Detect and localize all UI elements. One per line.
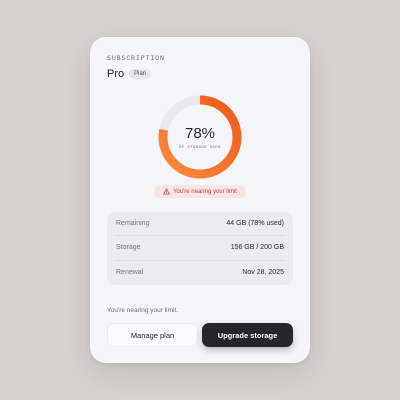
- stat-row-remaining: Remaining 44 GB (78% used): [116, 212, 284, 237]
- limit-warning-badge: You're nearing your limit: [154, 185, 246, 198]
- plan-row: Pro Plan: [107, 68, 152, 80]
- storage-stats-panel: Remaining 44 GB (78% used) Storage 156 G…: [107, 212, 293, 285]
- usage-ring-label: 78% OF STORAGE USED: [155, 92, 245, 182]
- stat-label: Storage: [116, 244, 141, 252]
- stat-label: Renewal: [116, 269, 144, 277]
- warning-text: You're nearing your limit: [173, 188, 237, 195]
- warning-triangle-icon: [163, 188, 170, 195]
- plan-tag: Plan: [129, 69, 152, 79]
- stat-row-storage: Storage 156 GB / 200 GB: [116, 236, 284, 261]
- stat-value: 44 GB (78% used): [226, 220, 284, 228]
- storage-usage-ring: 78% OF STORAGE USED: [155, 92, 245, 182]
- stat-value: Nov 28, 2025: [242, 269, 284, 277]
- manage-plan-button[interactable]: Manage plan: [107, 323, 198, 347]
- usage-caption: OF STORAGE USED: [179, 143, 221, 149]
- stat-label: Remaining: [116, 220, 150, 228]
- subscription-card: SUBSCRIPTION Pro Plan 78% OF STORAGE USE…: [90, 37, 310, 363]
- section-eyebrow: SUBSCRIPTION: [107, 54, 165, 62]
- upgrade-storage-button[interactable]: Upgrade storage: [202, 323, 293, 347]
- stat-value: 156 GB / 200 GB: [230, 244, 284, 252]
- plan-name: Pro: [107, 68, 125, 80]
- footer-note: You're nearing your limit.: [107, 307, 179, 314]
- usage-percent: 78%: [184, 124, 216, 142]
- stat-row-renewal: Renewal Nov 28, 2025: [116, 261, 284, 285]
